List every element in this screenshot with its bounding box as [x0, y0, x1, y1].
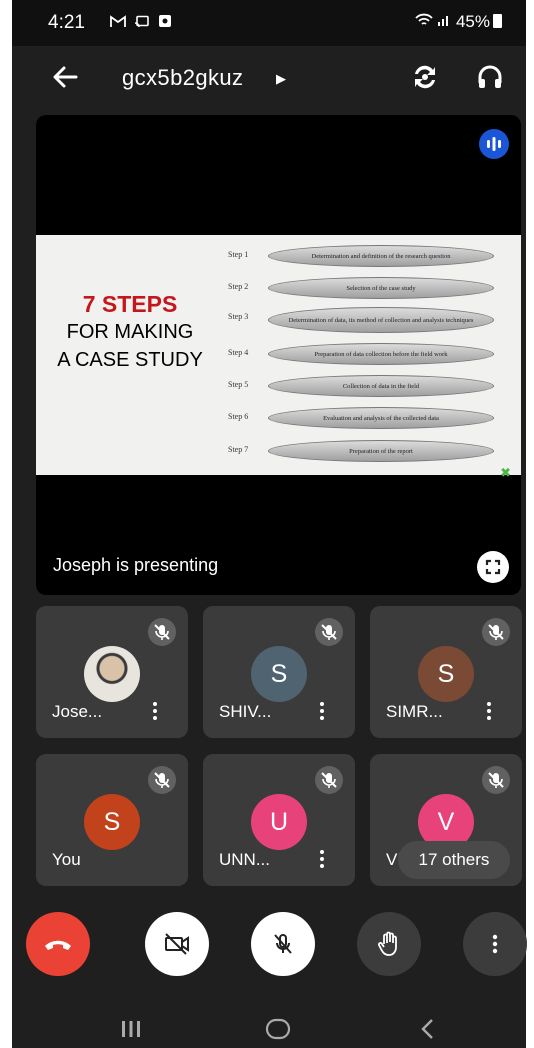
status-bar: 4:21 45% — [12, 0, 526, 46]
slide-step: Step 2 Selection of the case study — [228, 277, 518, 299]
cast-icon — [135, 15, 149, 28]
meet-app: 4:21 45% gcx5b2gkuz ▶ 7 STEPS FOR MAKING… — [12, 0, 527, 1048]
avatar: S — [84, 794, 140, 850]
presentation-area[interactable]: 7 STEPS FOR MAKING A CASE STUDY Step 1 De… — [36, 115, 521, 595]
slide-step: Step 6 Evaluation and analysis of the col… — [228, 407, 518, 429]
camera-off-icon — [165, 933, 189, 955]
meeting-code[interactable]: gcx5b2gkuz — [122, 65, 243, 91]
meeting-header: gcx5b2gkuz ▶ — [12, 46, 526, 112]
wifi-icon — [414, 13, 433, 25]
participant-name: SHIV... — [219, 702, 272, 721]
status-time: 4:21 — [48, 12, 85, 33]
slide-step: Step 5 Collection of data in the field — [228, 375, 518, 397]
recents-icon[interactable] — [120, 1019, 142, 1039]
more-options-button[interactable] — [463, 912, 527, 976]
slide-step: Step 7 Preparation of the report — [228, 440, 518, 462]
slide-step: Step 4 Preparation of data collection bef… — [228, 343, 518, 365]
participant-tile[interactable]: S SHIV... — [203, 606, 355, 738]
slide-cursor-icon: ✖ — [500, 465, 511, 480]
mic-off-icon — [148, 618, 176, 646]
screenshot-icon — [159, 15, 172, 27]
more-options-icon — [492, 934, 498, 954]
participant-name: UNN... — [219, 850, 270, 869]
mic-toggle-button[interactable] — [251, 912, 315, 976]
mic-off-icon — [148, 766, 176, 794]
more-options-icon[interactable] — [484, 699, 494, 725]
participant-tile[interactable]: U UNN... — [203, 754, 355, 886]
avatar: U — [251, 794, 307, 850]
signal-icon — [438, 16, 449, 26]
back-arrow-icon[interactable] — [50, 60, 80, 94]
avatar: S — [418, 646, 474, 702]
participant-tile[interactable]: S You — [36, 754, 188, 886]
more-options-icon[interactable] — [150, 699, 160, 725]
shared-slide: 7 STEPS FOR MAKING A CASE STUDY Step 1 De… — [36, 235, 521, 475]
slide-title-line3: A CASE STUDY — [57, 349, 203, 371]
status-right: 45% — [414, 12, 502, 32]
end-call-button[interactable] — [26, 912, 90, 976]
gmail-icon — [110, 15, 126, 27]
avatar: S — [251, 646, 307, 702]
others-badge[interactable]: 17 others — [398, 841, 510, 879]
battery-icon — [493, 14, 502, 28]
camera-toggle-button[interactable] — [145, 912, 209, 976]
avatar — [84, 646, 140, 702]
slide-step: Step 3 Determination of data, its method … — [228, 307, 518, 333]
slide-title-line2: FOR MAKING — [66, 321, 194, 343]
fullscreen-icon — [485, 559, 501, 575]
audio-level-icon — [479, 129, 509, 159]
mic-off-icon — [315, 766, 343, 794]
caret-right-icon[interactable]: ▶ — [276, 71, 286, 87]
mic-off-icon — [482, 766, 510, 794]
mic-off-icon — [274, 934, 292, 954]
back-nav-icon[interactable] — [420, 1018, 436, 1040]
presenter-label: Joseph is presenting — [53, 555, 219, 575]
raise-hand-button[interactable] — [357, 912, 421, 976]
raise-hand-icon — [378, 931, 397, 956]
participant-tile[interactable]: Jose... — [36, 606, 188, 738]
notification-icons — [110, 14, 172, 32]
fullscreen-button[interactable] — [477, 551, 509, 583]
more-options-icon[interactable] — [317, 699, 327, 725]
switch-camera-icon[interactable] — [410, 62, 440, 92]
end-call-icon — [45, 940, 71, 950]
participant-tile[interactable]: S SIMR... — [370, 606, 522, 738]
participant-name: You — [52, 850, 81, 869]
slide-title: 7 STEPS FOR MAKING A CASE STUDY — [36, 290, 224, 374]
slide-step: Step 1 Determination and definition of th… — [228, 245, 518, 267]
android-nav-bar — [12, 998, 526, 1048]
more-options-icon[interactable] — [317, 847, 327, 873]
headphones-icon[interactable] — [476, 63, 504, 91]
participant-name: Jose... — [52, 702, 103, 721]
participant-name: SIMR... — [386, 702, 443, 721]
mic-off-icon — [315, 618, 343, 646]
mic-off-icon — [482, 618, 510, 646]
battery-percent: 45% — [455, 12, 490, 31]
slide-title-line1: 7 STEPS — [82, 291, 178, 317]
home-icon[interactable] — [265, 1018, 291, 1040]
